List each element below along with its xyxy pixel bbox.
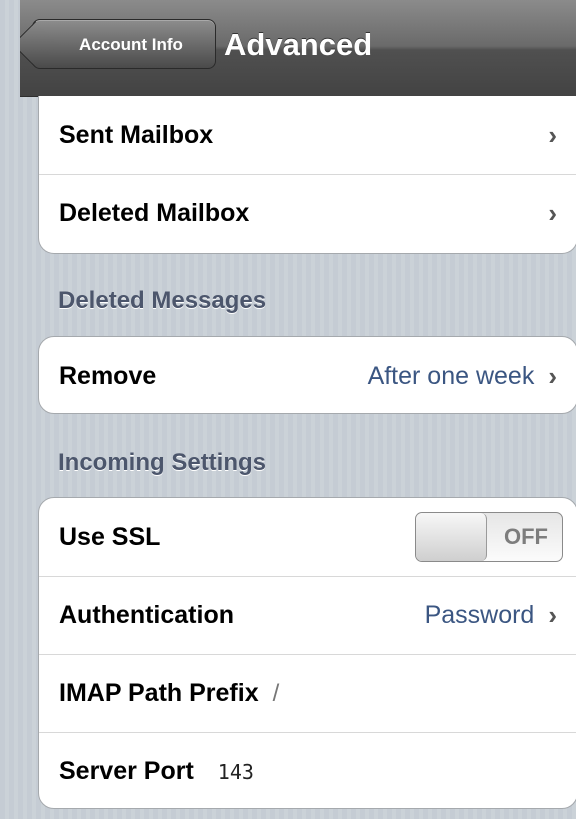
imap-path-prefix-label: IMAP Path Prefix <box>59 679 259 707</box>
chevron-right-icon: › <box>548 600 557 630</box>
back-button-label: Account Info <box>79 35 183 54</box>
sent-mailbox-row[interactable]: Sent Mailbox › <box>39 96 576 174</box>
remove-row[interactable]: Remove After one week › <box>39 337 576 413</box>
deleted-messages-header: Deleted Messages <box>58 287 267 314</box>
chevron-right-icon: › <box>548 119 557 150</box>
authentication-label: Authentication <box>59 601 234 629</box>
remove-value: After one week <box>367 361 535 390</box>
account-info-back-button[interactable]: Account Info <box>20 19 216 69</box>
page-title: Advanced <box>224 27 373 62</box>
imap-path-prefix-field[interactable]: / <box>273 680 280 708</box>
sent-mailbox-label: Sent Mailbox <box>59 120 214 149</box>
incoming-settings-header: Incoming Settings <box>58 449 267 476</box>
chevron-right-icon: › <box>548 198 557 228</box>
deleted-mailbox-row[interactable]: Deleted Mailbox › <box>39 174 576 252</box>
server-port-field[interactable]: 143 <box>218 760 254 784</box>
settings-screen: Account Info Advanced Sent Mailbox › Del… <box>20 0 576 819</box>
mailbox-group: Sent Mailbox › Deleted Mailbox › <box>38 96 576 254</box>
authentication-row[interactable]: Authentication Password › <box>39 576 576 654</box>
server-port-row: Server Port 143 <box>39 732 576 808</box>
deleted-messages-group: Remove After one week › <box>38 336 576 414</box>
navigation-bar: Account Info Advanced <box>20 0 576 97</box>
remove-label: Remove <box>59 361 157 390</box>
use-ssl-label: Use SSL <box>59 522 161 551</box>
server-port-label: Server Port <box>59 757 194 785</box>
toggle-knob[interactable] <box>416 513 487 561</box>
back-arrow-icon <box>20 21 59 68</box>
ssl-toggle[interactable]: OFF <box>415 512 563 562</box>
authentication-value: Password <box>424 601 535 629</box>
incoming-settings-group: Use SSL OFF Authentication Password › IM… <box>38 497 576 809</box>
toggle-state-text: OFF <box>504 524 548 549</box>
imap-path-prefix-row: IMAP Path Prefix / <box>39 654 576 732</box>
use-ssl-row: Use SSL OFF <box>39 498 576 576</box>
deleted-mailbox-label: Deleted Mailbox <box>59 199 250 227</box>
chevron-right-icon: › <box>548 360 557 391</box>
